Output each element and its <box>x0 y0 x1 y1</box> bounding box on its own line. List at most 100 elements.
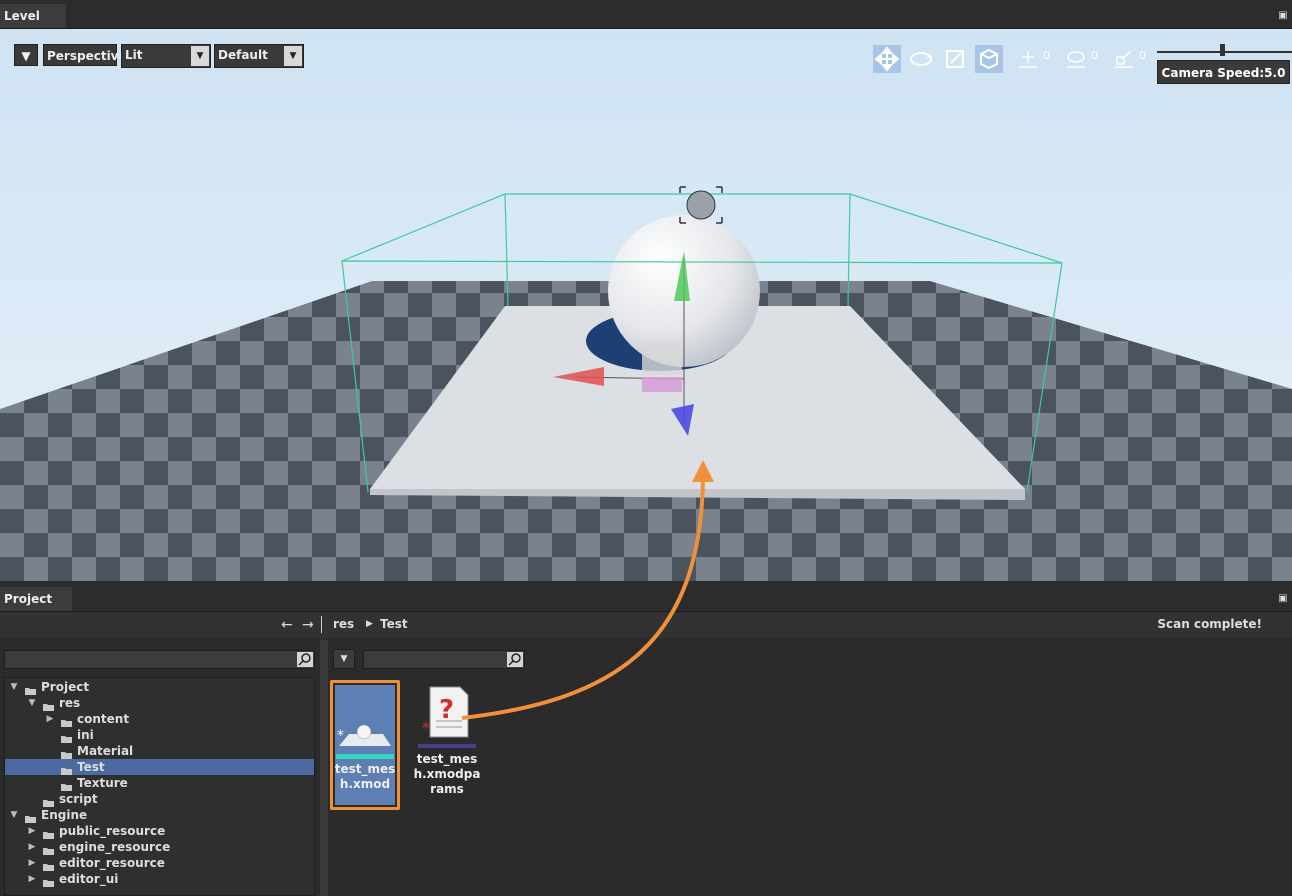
tree-item-label: public_resource <box>59 824 166 838</box>
perspective-button[interactable]: Perspective <box>43 44 127 66</box>
folder-icon <box>61 731 72 743</box>
breadcrumb-test[interactable]: Test <box>380 617 408 631</box>
rotate-tool-button[interactable] <box>907 45 935 73</box>
tree-item-label: Engine <box>41 808 88 822</box>
level-tab[interactable]: Level <box>0 4 66 28</box>
cube-icon <box>980 48 998 70</box>
rotate-icon <box>910 52 933 66</box>
translate-snap-button[interactable] <box>1015 45 1041 73</box>
scale-snap-button[interactable] <box>1111 45 1137 73</box>
tree-item-engine[interactable]: ▼ Engine <box>5 807 314 823</box>
back-arrow-icon[interactable]: ← <box>281 617 293 633</box>
folder-icon <box>61 779 72 791</box>
viewport-menu-button[interactable]: ▼ <box>14 44 38 66</box>
asset-test-mesh-xmodparams[interactable]: ? * test_mesh.xmodparams <box>412 680 482 810</box>
scan-status: Scan complete! <box>1157 617 1262 631</box>
folder-tree-panel: ▼ Project ▼ res ▶ content ini Material Test Textu… <box>0 640 320 896</box>
tree-item-editor-ui[interactable]: ▶ editor_ui <box>5 871 314 887</box>
asset-browser: ▼ * test_mesh.xmod ? * test_mesh.xmodpar… <box>328 640 1292 896</box>
expand-arrow-icon[interactable]: ▶ <box>27 871 37 887</box>
tree-item-material[interactable]: Material <box>5 743 314 759</box>
collapse-arrow-icon[interactable]: ▼ <box>9 807 19 823</box>
tree-item-label: Material <box>77 744 134 758</box>
asset-name: test_mesh.xmodparams <box>413 752 481 796</box>
tree-item-label: ini <box>77 728 94 742</box>
mesh-icon: * <box>337 724 391 746</box>
tree-item-public-resource[interactable]: ▶ public_resource <box>5 823 314 839</box>
tree-item-test[interactable]: Test <box>5 759 314 775</box>
svg-text:?: ? <box>439 695 454 725</box>
forward-arrow-icon[interactable]: → <box>302 617 314 633</box>
scale-snap-icon <box>1115 50 1133 68</box>
search-icon[interactable] <box>507 652 523 667</box>
asset-name: test_mesh.xmod <box>334 762 396 791</box>
folder-icon <box>61 715 72 727</box>
tree-item-label: Project <box>41 680 90 694</box>
camera-speed-readout: Camera Speed:5.0 <box>1157 60 1290 84</box>
unknown-file-icon: ? * <box>422 686 469 738</box>
scene-render <box>0 29 1292 581</box>
rotate-snap-icon <box>1067 51 1085 68</box>
collapse-arrow-icon[interactable]: ▼ <box>9 679 19 695</box>
folder-icon <box>43 795 54 807</box>
rotate-snap-button[interactable] <box>1063 45 1089 73</box>
collapse-arrow-icon[interactable]: ▼ <box>27 695 37 711</box>
folder-icon <box>25 811 36 823</box>
menu-icon: ▼ <box>21 49 31 63</box>
pin-icon[interactable]: ▣ <box>1277 593 1289 605</box>
tree-item-project[interactable]: ▼ Project <box>5 679 314 695</box>
svg-text:*: * <box>422 718 430 737</box>
scale-snap-count: 0 <box>1139 49 1146 62</box>
tree-item-script[interactable]: script <box>5 791 314 807</box>
expand-arrow-icon[interactable]: ▶ <box>45 711 55 727</box>
folder-tree: ▼ Project ▼ res ▶ content ini Material Test Textu… <box>4 677 315 896</box>
move-icon <box>874 46 900 72</box>
tree-item-label: content <box>77 712 130 726</box>
svg-text:*: * <box>337 728 344 744</box>
breadcrumb-res[interactable]: res <box>333 617 354 631</box>
project-tab[interactable]: Project <box>0 587 72 611</box>
search-icon[interactable] <box>297 652 313 667</box>
shading-mode-select[interactable]: Lit ▼ <box>121 44 211 68</box>
filter-dropdown-button[interactable]: ▼ <box>333 649 355 669</box>
tree-item-label: res <box>59 696 81 710</box>
move-tool-button[interactable] <box>873 45 901 73</box>
folder-icon <box>61 763 72 775</box>
tree-item-ini[interactable]: ini <box>5 727 314 743</box>
tree-item-editor-resource[interactable]: ▶ editor_resource <box>5 855 314 871</box>
expand-arrow-icon[interactable]: ▶ <box>27 823 37 839</box>
tree-item-content[interactable]: ▶ content <box>5 711 314 727</box>
profile-value: Default <box>218 48 268 62</box>
project-tab-bar: Project ▣ <box>0 583 1292 612</box>
expand-arrow-icon[interactable]: ▶ <box>27 855 37 871</box>
breadcrumb-separator-icon: ▶ <box>366 619 373 629</box>
pin-icon[interactable]: ▣ <box>1277 10 1289 22</box>
profile-select[interactable]: Default ▼ <box>214 44 304 68</box>
path-divider <box>321 616 322 633</box>
tree-item-label: Test <box>77 760 105 774</box>
local-space-button[interactable] <box>975 45 1003 73</box>
chevron-down-icon: ▼ <box>191 46 209 66</box>
folder-icon <box>43 875 54 887</box>
tree-item-res[interactable]: ▼ res <box>5 695 314 711</box>
panel-splitter[interactable] <box>320 640 328 896</box>
tree-item-label: engine_resource <box>59 840 171 854</box>
camera-speed-slider-handle[interactable] <box>1220 44 1225 56</box>
folder-icon <box>43 827 54 839</box>
level-viewport[interactable]: ▼ Perspective Lit ▼ Default ▼ 0 0 0 Came… <box>0 29 1292 581</box>
expand-arrow-icon[interactable]: ▶ <box>27 839 37 855</box>
tree-item-label: editor_resource <box>59 856 165 870</box>
chevron-down-icon: ▼ <box>340 654 348 664</box>
chevron-down-icon: ▼ <box>284 46 302 66</box>
asset-test-mesh-xmod[interactable]: * test_mesh.xmod <box>330 680 400 810</box>
asset-search-input[interactable] <box>363 650 525 669</box>
translate-snap-icon <box>1019 51 1037 68</box>
rotate-snap-count: 0 <box>1091 49 1098 62</box>
tree-item-label: script <box>59 792 98 806</box>
folder-icon <box>43 699 54 711</box>
scale-tool-button[interactable] <box>941 45 969 73</box>
translate-snap-count: 0 <box>1043 49 1050 62</box>
tree-item-engine-resource[interactable]: ▶ engine_resource <box>5 839 314 855</box>
tree-search-input[interactable] <box>4 650 315 669</box>
tree-item-texture[interactable]: Texture <box>5 775 314 791</box>
